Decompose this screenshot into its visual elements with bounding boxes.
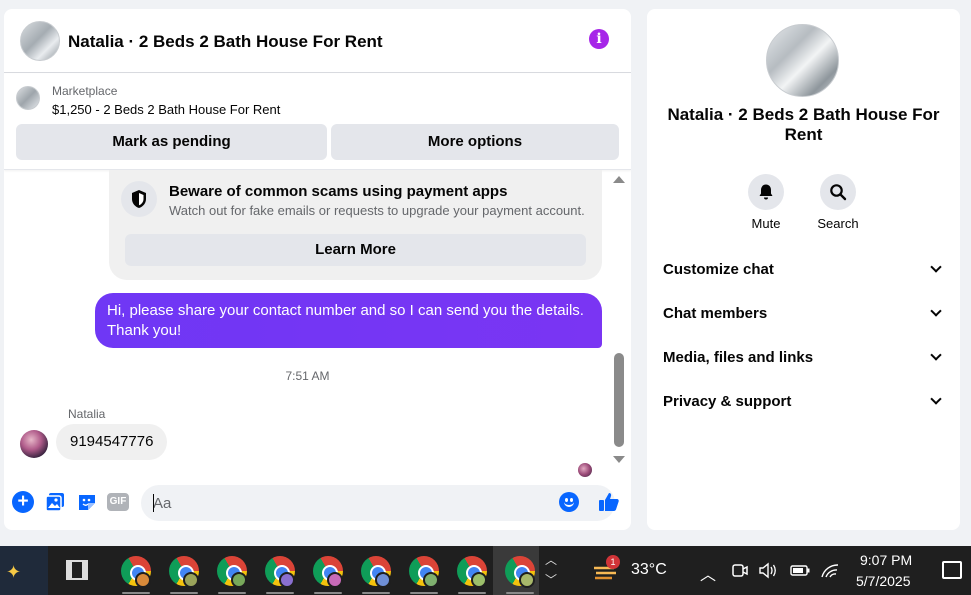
shield-icon [121,181,157,217]
message-list: Beware of common scams using payment app… [4,170,631,480]
customize-chat-section[interactable]: Customize chat [647,249,960,293]
running-indicator [218,592,246,594]
learn-more-button[interactable]: Learn More [125,234,586,266]
section-label: Customize chat [663,261,774,278]
sticker-icon[interactable] [76,491,98,513]
plus-icon[interactable]: + [12,491,34,513]
profile-badge-icon [183,572,199,588]
running-indicator [122,592,150,594]
clock-date[interactable]: 5/7/2025 [856,573,911,589]
thumbs-up-icon[interactable] [597,490,621,514]
bell-icon [759,184,773,200]
message-composer: + GIF [4,481,631,530]
profile-badge-icon [135,572,151,588]
chevron-down-icon [930,305,942,317]
scam-warning-card: Beware of common scams using payment app… [109,170,602,280]
search-button[interactable]: Search [808,174,868,231]
profile-badge-icon [279,572,295,588]
widgets-button[interactable]: ✦ [0,546,48,595]
message-scrollbar[interactable] [611,170,627,480]
profile-badge-icon [471,572,487,588]
photo-icon[interactable] [44,491,66,513]
read-receipt-avatar [578,463,592,477]
listing-photo-avatar[interactable] [766,24,839,97]
scam-warning-title: Beware of common scams using payment app… [169,183,508,200]
running-indicator [266,592,294,594]
sender-avatar[interactable] [20,430,48,458]
message-input[interactable] [141,485,615,521]
chevron-down-icon [930,349,942,361]
marketplace-thumbnail[interactable] [16,86,40,110]
listing-avatar[interactable] [20,21,60,61]
marketplace-label: Marketplace [52,84,118,98]
outgoing-message[interactable]: Hi, please share your contact number and… [95,293,602,348]
scroll-up-arrow-icon[interactable] [613,176,625,183]
chat-panel: Natalia · 2 Beds 2 Bath House For Rent i… [4,9,631,530]
section-label: Chat members [663,305,768,322]
chevron-up-icon[interactable]: ︿ [700,561,716,585]
chevron-down-icon [930,261,942,273]
profile-badge-icon [231,572,247,588]
sparkle-icon: ✦ [6,562,22,582]
running-indicator [458,592,486,594]
wifi-icon[interactable] [820,562,840,579]
text-caret [153,494,154,512]
mute-button[interactable]: Mute [736,174,796,231]
taskbar-overflow-arrows[interactable]: ︿ ﹀ [545,550,557,590]
info-icon[interactable]: i [589,29,609,49]
gif-icon[interactable]: GIF [107,493,129,511]
running-indicator [410,592,438,594]
taskbar: ✦ ︿ ﹀ 1 33°C ︿ 9:07 PM 5/7/2025 [0,546,971,595]
profile-badge-icon [423,572,439,588]
temperature[interactable]: 33°C [631,561,667,579]
scroll-down-arrow-icon[interactable] [613,456,625,463]
task-view-bar [70,578,84,580]
battery-icon[interactable] [789,563,811,578]
mark-as-pending-button[interactable]: Mark as pending [16,124,327,160]
running-indicator [362,592,390,594]
section-label: Media, files and links [663,349,814,366]
task-view-icon[interactable] [66,560,88,580]
search-icon [830,184,847,201]
profile-badge-icon [519,572,535,588]
details-title: Natalia · 2 Beds 2 Bath House For Rent [667,105,940,144]
camera-icon[interactable] [731,562,749,579]
task-view-bar [70,560,84,562]
emoji-icon[interactable] [559,492,579,512]
running-indicator [506,592,534,594]
section-label: Privacy & support [663,393,792,410]
chat-header: Natalia · 2 Beds 2 Bath House For Rent i [4,9,631,73]
media-files-links-section[interactable]: Media, files and links [647,337,960,381]
incoming-message[interactable]: 9194547776 [56,424,168,460]
profile-badge-icon [375,572,391,588]
privacy-support-section[interactable]: Privacy & support [647,381,960,425]
sender-name: Natalia [68,407,106,421]
message-timestamp: 7:51 AM [285,369,330,383]
chat-title[interactable]: Natalia · 2 Beds 2 Bath House For Rent [68,32,383,52]
more-options-button[interactable]: More options [331,124,619,160]
chat-members-section[interactable]: Chat members [647,293,960,337]
weather-notification-badge: 1 [606,555,620,569]
running-indicator [170,592,198,594]
marketplace-banner: Marketplace $1,250 - 2 Beds 2 Bath House… [4,74,631,170]
volume-icon[interactable] [758,562,778,579]
scam-warning-description: Watch out for fake emails or requests to… [169,203,585,218]
mute-label: Mute [751,216,781,231]
listing-title[interactable]: $1,250 - 2 Beds 2 Bath House For Rent [52,102,280,117]
running-indicator [314,592,342,594]
scroll-thumb[interactable] [614,353,624,447]
notification-icon[interactable] [942,561,962,579]
profile-badge-icon [327,572,343,588]
chevron-down-icon [930,393,942,405]
clock-time[interactable]: 9:07 PM [860,552,912,568]
search-label: Search [817,216,859,231]
conversation-details-panel: Natalia · 2 Beds 2 Bath House For Rent M… [647,9,960,530]
